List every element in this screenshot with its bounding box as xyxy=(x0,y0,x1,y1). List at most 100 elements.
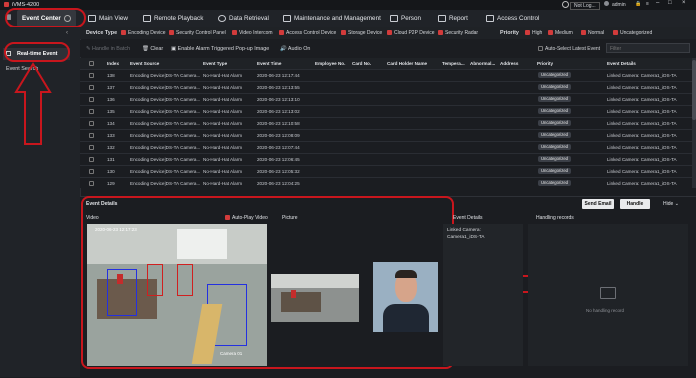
tab-report[interactable]: Report xyxy=(438,10,468,27)
popup-toggle-button[interactable]: ▣ Enable Alarm Triggered Pop-up Image xyxy=(171,46,269,52)
col-temperature[interactable]: Tempera... xyxy=(442,61,465,66)
col-priority[interactable]: Priority xyxy=(537,61,553,66)
table-row[interactable]: 134 Encoding Device|DS-TA Camera... No-Har… xyxy=(80,117,692,129)
tab-access-control[interactable]: Access Control xyxy=(486,10,539,27)
filter-access-control-device[interactable]: Access Control Device xyxy=(279,30,336,36)
filter-security-radar[interactable]: Security Radar xyxy=(438,30,478,36)
search-icon xyxy=(218,15,226,22)
table-row[interactable]: 138 Encoding Device|DS-TA Camera... No-Har… xyxy=(80,69,692,81)
filter-label: Medium xyxy=(555,29,573,36)
checkbox-icon xyxy=(121,29,126,35)
row-checkbox[interactable] xyxy=(89,121,94,126)
checkbox-icon xyxy=(538,46,543,52)
filter-medium[interactable]: Medium xyxy=(548,30,573,36)
cell-type: No-Hard-Hat Alarm xyxy=(203,85,243,90)
col-card-no[interactable]: Card No. xyxy=(352,61,371,66)
select-all-checkbox[interactable] xyxy=(89,61,94,66)
filter-normal[interactable]: Normal xyxy=(581,30,604,36)
filter-label: Security Control Panel xyxy=(176,29,226,36)
cell-details: Linked Camera: Camera1_iDS-TA xyxy=(607,133,677,138)
cell-time: 2020-06-23 12:13:55 xyxy=(257,85,300,90)
menu-icon[interactable]: ≡ xyxy=(646,1,649,7)
table-scrollbar[interactable] xyxy=(692,58,696,188)
table-row[interactable]: 135 Encoding Device|DS-TA Camera... No-Har… xyxy=(80,105,692,117)
annotation-ellipse-sidebar xyxy=(4,42,70,62)
tab-label: Main View xyxy=(99,15,128,22)
scrollbar-thumb[interactable] xyxy=(692,60,696,120)
row-checkbox[interactable] xyxy=(89,169,94,174)
row-checkbox[interactable] xyxy=(89,133,94,138)
tab-maintenance[interactable]: Maintenance and Management xyxy=(283,10,381,27)
cell-details: Linked Camera: Camera1_iDS-TA xyxy=(607,157,677,162)
col-event-details[interactable]: Event Details xyxy=(607,61,636,66)
col-event-time[interactable]: Event Time xyxy=(257,61,281,66)
button-label: Clear xyxy=(150,46,164,52)
filter-uncategorized[interactable]: Uncategorized xyxy=(613,30,652,36)
row-checkbox[interactable] xyxy=(89,109,94,114)
cell-time: 2020-06-23 12:04:25 xyxy=(257,181,300,186)
tab-person[interactable]: Person xyxy=(390,10,421,27)
user-status[interactable]: Not Log... xyxy=(570,1,600,10)
tab-remote-playback[interactable]: Remote Playback xyxy=(143,10,203,27)
table-row[interactable]: 130 Encoding Device|DS-TA Camera... No-Har… xyxy=(80,165,692,177)
cell-type: No-Hard-Hat Alarm xyxy=(203,109,243,114)
table-row[interactable]: 129 Encoding Device|DS-TA Camera... No-Har… xyxy=(80,177,692,188)
auto-select-checkbox[interactable]: Auto-Select Latest Event xyxy=(538,46,600,52)
lock-icon[interactable]: 🔒 xyxy=(635,1,641,7)
filter-storage-device[interactable]: Storage Device xyxy=(341,30,382,36)
handle-button[interactable]: Handle xyxy=(620,199,650,209)
close-icon[interactable]: × xyxy=(682,0,686,6)
table-row[interactable]: 131 Encoding Device|DS-TA Camera... No-Har… xyxy=(80,153,692,165)
row-checkbox[interactable] xyxy=(89,145,94,150)
filter-high[interactable]: High xyxy=(525,30,542,36)
row-checkbox[interactable] xyxy=(89,85,94,90)
tab-main-view[interactable]: Main View xyxy=(88,10,128,27)
row-checkbox[interactable] xyxy=(89,97,94,102)
filter-encoding-device[interactable]: Encoding Device xyxy=(121,30,166,36)
table-header: Index Event Source Event Type Event Time… xyxy=(80,58,692,69)
minimize-icon[interactable]: – xyxy=(656,0,659,6)
filter-video-intercom[interactable]: Video Intercom xyxy=(232,30,273,36)
clear-button[interactable]: 🗑 Clear xyxy=(142,46,163,52)
avatar[interactable] xyxy=(604,1,609,6)
checkbox-icon xyxy=(341,29,346,35)
cell-source: Encoding Device|DS-TA Camera... xyxy=(130,73,201,78)
button-label: Handle in Batch xyxy=(92,46,131,52)
filter-security-control-panel[interactable]: Security Control Panel xyxy=(169,30,226,36)
audio-button[interactable]: 🔊 Audio On xyxy=(280,46,310,52)
row-checkbox[interactable] xyxy=(89,73,94,78)
tab-data-retrieval[interactable]: Data Retrieval xyxy=(218,10,269,27)
filter-cloud-p2p-device[interactable]: Cloud P2P Device xyxy=(387,30,435,36)
person-icon xyxy=(390,15,398,22)
playback-icon xyxy=(143,15,151,22)
row-checkbox[interactable] xyxy=(89,157,94,162)
table-row[interactable]: 136 Encoding Device|DS-TA Camera... No-Har… xyxy=(80,93,692,105)
cell-type: No-Hard-Hat Alarm xyxy=(203,157,243,162)
col-event-type[interactable]: Event Type xyxy=(203,61,227,66)
send-email-button[interactable]: Send Email xyxy=(582,199,614,209)
tab-label: Report xyxy=(449,15,468,22)
maximize-icon[interactable]: □ xyxy=(668,0,672,6)
table-row[interactable]: 132 Encoding Device|DS-TA Camera... No-Har… xyxy=(80,141,692,153)
empty-inbox-icon xyxy=(600,287,616,299)
checkbox-icon xyxy=(438,29,443,35)
collapse-icon[interactable]: ‹ xyxy=(66,30,68,36)
table-row[interactable]: 137 Encoding Device|DS-TA Camera... No-Har… xyxy=(80,81,692,93)
handle-in-batch-button[interactable]: ✎ Handle in Batch xyxy=(86,46,130,52)
hide-button[interactable]: Hide ⌄ xyxy=(663,201,679,207)
col-address[interactable]: Address xyxy=(500,61,518,66)
cell-details: Linked Camera: Camera1_iDS-TA xyxy=(607,145,677,150)
row-checkbox[interactable] xyxy=(89,181,94,186)
settings-icon xyxy=(283,15,291,22)
filter-label: Encoding Device xyxy=(128,29,166,36)
table-row[interactable]: 133 Encoding Device|DS-TA Camera... No-Har… xyxy=(80,129,692,141)
col-abnormal[interactable]: Abnormal... xyxy=(470,61,495,66)
col-event-source[interactable]: Event Source xyxy=(130,61,159,66)
col-index[interactable]: Index xyxy=(107,61,119,66)
col-employee-no[interactable]: Employee No. xyxy=(315,61,345,66)
user-name[interactable]: admin xyxy=(612,2,626,8)
cell-priority: Uncategorized xyxy=(538,180,572,186)
event-details-panel: Event Details Send Email Handle Hide ⌄ V… xyxy=(80,196,696,378)
filter-input[interactable]: Filter xyxy=(606,43,690,53)
col-card-holder[interactable]: Card Holder Name xyxy=(387,61,427,66)
